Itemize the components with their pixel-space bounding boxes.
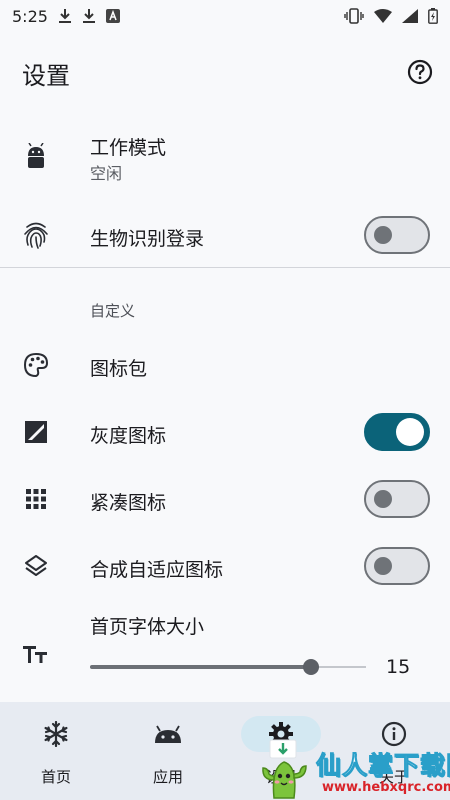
wifi-icon (374, 9, 392, 23)
battery-icon (428, 8, 438, 24)
slider-track-fill (90, 665, 311, 669)
grayscale-toggle[interactable] (364, 413, 430, 451)
help-button[interactable] (404, 56, 436, 88)
palette-icon (20, 349, 52, 381)
setting-font-size: 首页字体大小 (0, 602, 450, 698)
font-size-value: 15 (386, 656, 411, 678)
section-header-custom: 自定义 (90, 302, 136, 320)
watermark: 仙人掌下载网 www.hebxqrc.com (252, 736, 450, 800)
work-mode-value: 空闲 (90, 164, 123, 183)
font-badge-icon (105, 9, 120, 23)
setting-grayscale[interactable]: 灰度图标 (0, 401, 450, 463)
image-filter-icon (20, 416, 52, 448)
compact-title: 紧凑图标 (90, 492, 167, 514)
adaptive-toggle[interactable] (364, 547, 430, 585)
page-title: 设置 (22, 62, 70, 90)
biometric-title: 生物识别登录 (90, 228, 205, 250)
toggle-knob (374, 557, 392, 575)
toggle-knob (374, 490, 392, 508)
work-mode-title: 工作模式 (90, 137, 167, 159)
nav-label: 应用 (152, 768, 183, 786)
android-icon (155, 725, 181, 743)
android-icon (20, 140, 52, 172)
watermark-url: www.hebxqrc.com (322, 780, 450, 795)
nav-item-home[interactable]: 首页 (0, 702, 112, 800)
text-size-icon (20, 638, 52, 670)
grid-icon (20, 483, 52, 515)
setting-icon-pack[interactable]: 图标包 (0, 334, 450, 396)
compact-toggle[interactable] (364, 480, 430, 518)
snowflake-icon (44, 721, 68, 747)
grayscale-title: 灰度图标 (90, 425, 167, 447)
fingerprint-icon (20, 219, 52, 251)
signal-icon (402, 9, 418, 23)
icon-pack-title: 图标包 (90, 358, 148, 380)
setting-adaptive-icons[interactable]: 合成自适应图标 (0, 535, 450, 597)
vibrate-icon (344, 8, 364, 24)
download-icon (58, 8, 72, 24)
toggle-knob (374, 226, 392, 244)
biometric-toggle[interactable] (364, 216, 430, 254)
adaptive-title: 合成自适应图标 (90, 559, 224, 581)
help-circle-icon (407, 59, 433, 85)
layers-icon (20, 550, 52, 582)
section-divider (0, 267, 450, 268)
status-time: 5:25 (12, 6, 48, 26)
watermark-name: 仙人掌下载网 (315, 751, 450, 781)
download-icon (82, 8, 96, 24)
font-size-title: 首页字体大小 (90, 616, 205, 638)
setting-biometric[interactable]: 生物识别登录 (0, 204, 450, 266)
nav-label: 首页 (40, 768, 71, 786)
nav-item-apps[interactable]: 应用 (112, 702, 224, 800)
setting-work-mode[interactable]: 工作模式 空闲 (0, 120, 450, 200)
toggle-knob (396, 418, 424, 446)
cactus-logo-icon (262, 739, 307, 799)
setting-compact[interactable]: 紧凑图标 (0, 468, 450, 530)
status-bar: 5:25 (0, 0, 450, 32)
slider-thumb[interactable] (302, 659, 319, 675)
nav-pill (128, 716, 208, 752)
nav-pill (16, 716, 96, 752)
font-size-slider[interactable] (90, 656, 366, 678)
